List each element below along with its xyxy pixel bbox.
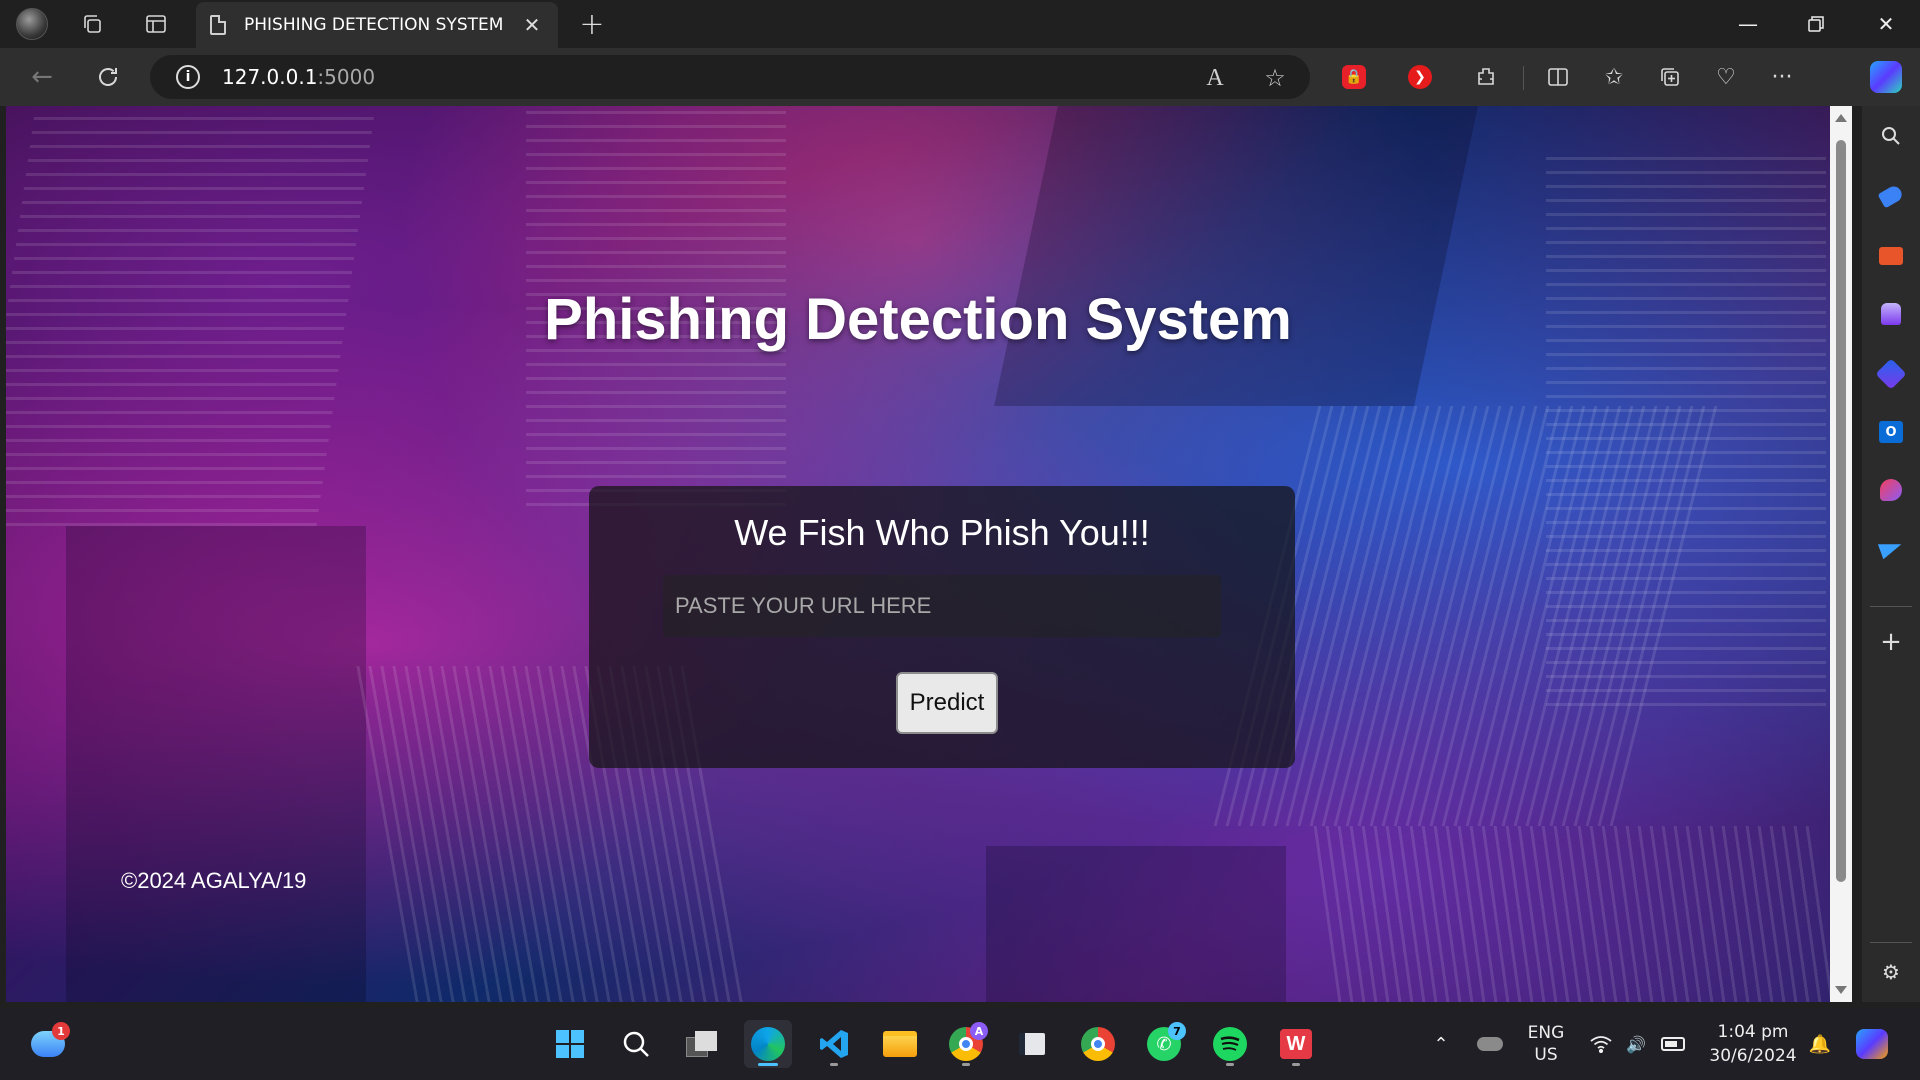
whatsapp-icon[interactable]: ✆ 7 <box>1140 1020 1188 1068</box>
chrome-profile-badge: A <box>970 1022 988 1040</box>
copilot-icon[interactable] <box>1870 61 1902 93</box>
notifications-icon[interactable]: 🔔 <box>1806 1008 1834 1080</box>
weather-badge: 1 <box>52 1022 70 1040</box>
browser-toolbar: ← i 127.0.0.1:5000 A ☆ 🔒 ❯ ✩ ♡ ··· <box>0 48 1920 106</box>
page-scrollbar[interactable] <box>1830 106 1852 1002</box>
copilot-taskbar-icon[interactable] <box>1852 1008 1892 1080</box>
volume-icon[interactable]: 🔊 <box>1622 1008 1650 1080</box>
vscode-icon[interactable] <box>810 1020 858 1068</box>
page-document-icon <box>210 15 226 35</box>
wifi-icon[interactable] <box>1588 1008 1614 1080</box>
page-title: Phishing Detection System <box>544 287 1292 352</box>
address-bar[interactable]: i 127.0.0.1:5000 A ☆ <box>150 55 1310 99</box>
chrome-icon[interactable] <box>1074 1020 1122 1068</box>
browser-tab-active[interactable]: PHISHING DETECTION SYSTEM ✕ <box>196 2 558 48</box>
new-tab-button[interactable]: + <box>574 6 610 42</box>
footer-copyright: ©2024 AGALYA/19 <box>121 868 307 893</box>
favorite-star-icon[interactable]: ☆ <box>1260 63 1290 93</box>
extensions-puzzle-icon[interactable] <box>1470 61 1502 93</box>
language-indicator[interactable]: ENG US <box>1516 1008 1576 1080</box>
wps-icon[interactable]: W <box>1272 1020 1320 1068</box>
search-icon[interactable] <box>1875 120 1907 152</box>
back-button[interactable]: ← <box>22 57 62 97</box>
tab-actions-icon[interactable] <box>134 2 178 46</box>
active-indicator <box>758 1063 778 1066</box>
toolbox-icon[interactable] <box>1875 240 1907 272</box>
copilot-icon[interactable] <box>1875 358 1907 390</box>
site-info-icon[interactable]: i <box>176 65 200 89</box>
battery-icon[interactable] <box>1658 1008 1688 1080</box>
chrome-icon[interactable]: A <box>942 1020 990 1068</box>
clock[interactable]: 1:04 pm 30/6/2024 <box>1708 1008 1798 1080</box>
outlook-icon[interactable]: O <box>1875 416 1907 448</box>
task-view-icon[interactable] <box>678 1020 726 1068</box>
predict-button[interactable]: Predict <box>896 672 998 734</box>
background-building <box>1313 826 1830 1002</box>
running-indicator <box>1226 1063 1234 1066</box>
card-title: We Fish Who Phish You!!! <box>734 512 1150 553</box>
whatsapp-badge: 7 <box>1168 1022 1186 1040</box>
files-icon[interactable] <box>1008 1020 1056 1068</box>
profile-avatar[interactable] <box>16 8 48 40</box>
browser-titlebar: PHISHING DETECTION SYSTEM ✕ + — ✕ <box>0 0 1920 48</box>
designer-icon[interactable] <box>1875 474 1907 506</box>
add-icon[interactable]: + <box>1875 626 1907 658</box>
minimize-button[interactable]: — <box>1714 0 1782 48</box>
search-icon[interactable] <box>612 1020 660 1068</box>
background-building <box>66 526 366 1002</box>
onedrive-icon[interactable] <box>1474 1008 1506 1080</box>
windows-taskbar: 1 A ✆ 7 W ⌃ ENG US 🔊 1:04 pm 30/6/2024 🔔 <box>0 1008 1920 1080</box>
url-form-card: We Fish Who Phish You!!! Predict <box>589 486 1295 768</box>
page-viewport: Phishing Detection System We Fish Who Ph… <box>6 106 1830 1002</box>
clock-time: 1:04 pm <box>1717 1022 1789 1042</box>
read-aloud-icon[interactable]: A <box>1200 63 1230 93</box>
games-icon[interactable] <box>1875 298 1907 330</box>
collections-icon[interactable] <box>1654 61 1686 93</box>
language-code: ENG <box>1527 1023 1565 1043</box>
edge-sidebar: O + ⚙ <box>1862 106 1920 1002</box>
running-indicator <box>1292 1063 1300 1066</box>
send-icon[interactable] <box>1875 532 1907 564</box>
spotify-icon[interactable] <box>1206 1020 1254 1068</box>
scroll-down-arrow[interactable] <box>1835 986 1847 994</box>
keyboard-region: US <box>1534 1045 1558 1065</box>
browser-essentials-icon[interactable]: ♡ <box>1710 61 1742 93</box>
tab-close-icon[interactable]: ✕ <box>520 13 544 37</box>
scroll-up-arrow[interactable] <box>1835 114 1847 122</box>
workspaces-icon[interactable] <box>70 2 114 46</box>
more-menu-icon[interactable]: ··· <box>1766 61 1798 93</box>
split-screen-icon[interactable] <box>1542 61 1574 93</box>
url-input[interactable] <box>663 575 1221 637</box>
windows-start-icon[interactable] <box>546 1020 594 1068</box>
clock-date: 30/6/2024 <box>1709 1046 1797 1066</box>
running-indicator <box>962 1063 970 1066</box>
background-building <box>994 106 1478 406</box>
toolbar-separator <box>1523 66 1524 90</box>
refresh-button[interactable] <box>88 57 128 97</box>
tag-icon[interactable] <box>1875 180 1907 212</box>
tab-title: PHISHING DETECTION SYSTEM <box>244 15 504 35</box>
restore-button[interactable] <box>1782 0 1850 48</box>
sidebar-separator <box>1870 942 1912 943</box>
sidebar-separator <box>1870 606 1912 607</box>
address-port: :5000 <box>317 65 376 89</box>
scroll-thumb[interactable] <box>1836 140 1846 882</box>
show-hidden-icons-chevron[interactable]: ⌃ <box>1426 1008 1456 1080</box>
background-building <box>986 846 1286 1002</box>
close-window-button[interactable]: ✕ <box>1852 0 1920 48</box>
extension-play-icon[interactable]: ❯ <box>1404 61 1436 93</box>
edge-icon[interactable] <box>744 1020 792 1068</box>
favorites-icon[interactable]: ✩ <box>1598 61 1630 93</box>
weather-icon[interactable]: 1 <box>24 1020 72 1068</box>
background-building <box>1546 146 1826 706</box>
running-indicator <box>830 1063 838 1066</box>
settings-icon[interactable]: ⚙ <box>1875 956 1907 988</box>
file-explorer-icon[interactable] <box>876 1020 924 1068</box>
extension-lock-icon[interactable]: 🔒 <box>1338 61 1370 93</box>
address-host: 127.0.0.1 <box>222 65 318 89</box>
